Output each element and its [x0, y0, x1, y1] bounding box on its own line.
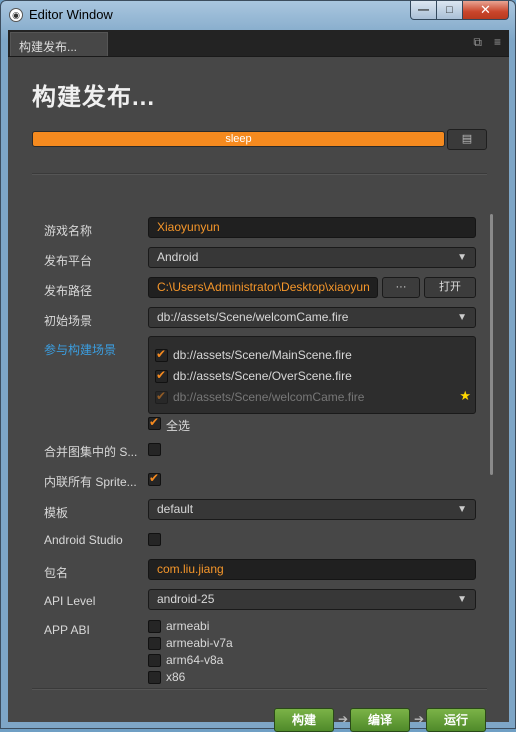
- merge-atlas-label: 合并图集中的 S...: [44, 445, 138, 459]
- start-scene-select[interactable]: db://assets/Scene/welcomCame.fire ▼: [148, 307, 476, 328]
- window-client: 构建发布... ⧉ ≡ 构建发布... sleep ▤ 游戏名称 Xiaoyun…: [8, 30, 509, 732]
- template-value: default: [157, 502, 194, 516]
- dropdown-arrow-icon: ▼: [457, 504, 467, 515]
- abi-checkbox[interactable]: [148, 654, 161, 667]
- game-name-label: 游戏名称: [44, 224, 93, 238]
- editor-window: ◉ Editor Window — □ ✕ 构建发布... ⧉ ≡ 构建发布..…: [0, 0, 516, 732]
- package-input[interactable]: com.liu.jiang: [148, 559, 476, 580]
- api-level-value: android-25: [157, 592, 215, 606]
- abi-checkbox[interactable]: [148, 637, 161, 650]
- log-icon: ▤: [461, 133, 473, 145]
- compile-button[interactable]: 编译: [350, 708, 410, 732]
- merge-atlas-checkbox[interactable]: [148, 443, 161, 456]
- select-all-checkbox[interactable]: [148, 415, 161, 430]
- tab-tools: ⧉ ≡: [473, 35, 501, 50]
- build-path-input[interactable]: C:\Users\Administrator\Desktop\xiaoyun: [148, 277, 378, 298]
- abi-option: x86: [166, 670, 186, 684]
- platform-select[interactable]: Android ▼: [148, 247, 476, 268]
- browse-button[interactable]: ···: [382, 277, 420, 298]
- scene-checkbox[interactable]: [155, 368, 168, 383]
- abi-option: armeabi-v7a: [166, 636, 233, 650]
- scene-checkbox[interactable]: [155, 347, 168, 362]
- template-select[interactable]: default ▼: [148, 499, 476, 520]
- scene-item: db://assets/Scene/welcomCame.fire: [173, 390, 365, 404]
- package-label: 包名: [44, 566, 69, 580]
- inline-sprite-checkbox[interactable]: [148, 471, 161, 486]
- api-level-select[interactable]: android-25 ▼: [148, 589, 476, 610]
- dropdown-arrow-icon: ▼: [457, 312, 467, 323]
- arrow-right-icon: ➔: [414, 712, 425, 726]
- platform-label: 发布平台: [44, 254, 93, 268]
- scene-item: db://assets/Scene/OverScene.fire: [173, 369, 352, 383]
- divider: [32, 173, 487, 175]
- build-scenes-label[interactable]: 参与构建场景: [44, 341, 116, 358]
- start-scene-value: db://assets/Scene/welcomCame.fire: [157, 310, 349, 324]
- inline-sprite-label: 内联所有 Sprite...: [44, 475, 137, 489]
- scrollbar[interactable]: [490, 214, 493, 475]
- build-path-label: 发布路径: [44, 284, 93, 298]
- scene-checkbox: [155, 389, 168, 404]
- platform-value: Android: [157, 250, 199, 264]
- run-button[interactable]: 运行: [426, 708, 486, 732]
- abi-option: arm64-v8a: [166, 653, 224, 667]
- arrow-right-icon: ➔: [338, 712, 349, 726]
- api-level-label: API Level: [44, 594, 96, 608]
- scene-item: db://assets/Scene/MainScene.fire: [173, 348, 352, 362]
- app-abi-label: APP ABI: [44, 623, 90, 637]
- maximize-button[interactable]: □: [437, 1, 463, 20]
- abi-checkbox[interactable]: [148, 671, 161, 684]
- build-button[interactable]: 构建: [274, 708, 334, 732]
- start-scene-star-icon: ★: [459, 388, 471, 403]
- build-panel: 构建发布... sleep ▤ 游戏名称 Xiaoyunyun 发布平台 And…: [8, 57, 509, 732]
- abi-option: armeabi: [166, 619, 210, 633]
- app-logo-icon: ◉: [9, 8, 23, 22]
- template-label: 模板: [44, 506, 69, 520]
- tab-build[interactable]: 构建发布...: [10, 32, 108, 56]
- minimize-button[interactable]: —: [410, 1, 437, 20]
- open-folder-button[interactable]: 打开: [424, 277, 476, 298]
- popout-icon[interactable]: ⧉: [473, 35, 482, 50]
- select-all-label: 全选: [166, 419, 191, 433]
- window-title: Editor Window: [29, 7, 113, 22]
- menu-icon[interactable]: ≡: [494, 35, 501, 50]
- title-bar[interactable]: ◉ Editor Window — □ ✕: [1, 1, 515, 29]
- build-progress-bar: sleep: [32, 131, 445, 147]
- abi-checkbox[interactable]: [148, 620, 161, 633]
- page-title: 构建发布...: [32, 84, 156, 111]
- dropdown-arrow-icon: ▼: [457, 594, 467, 605]
- close-button[interactable]: ✕: [463, 1, 509, 20]
- divider: [32, 688, 487, 690]
- open-log-button[interactable]: ▤: [447, 129, 487, 150]
- tab-strip: 构建发布... ⧉ ≡: [8, 30, 509, 57]
- start-scene-label: 初始场景: [44, 314, 93, 328]
- game-name-input[interactable]: Xiaoyunyun: [148, 217, 476, 238]
- window-controls: — □ ✕: [410, 1, 509, 21]
- android-studio-checkbox[interactable]: [148, 533, 161, 546]
- scene-list: db://assets/Scene/MainScene.fire db://as…: [148, 336, 476, 414]
- android-studio-label: Android Studio: [44, 533, 123, 547]
- dropdown-arrow-icon: ▼: [457, 252, 467, 263]
